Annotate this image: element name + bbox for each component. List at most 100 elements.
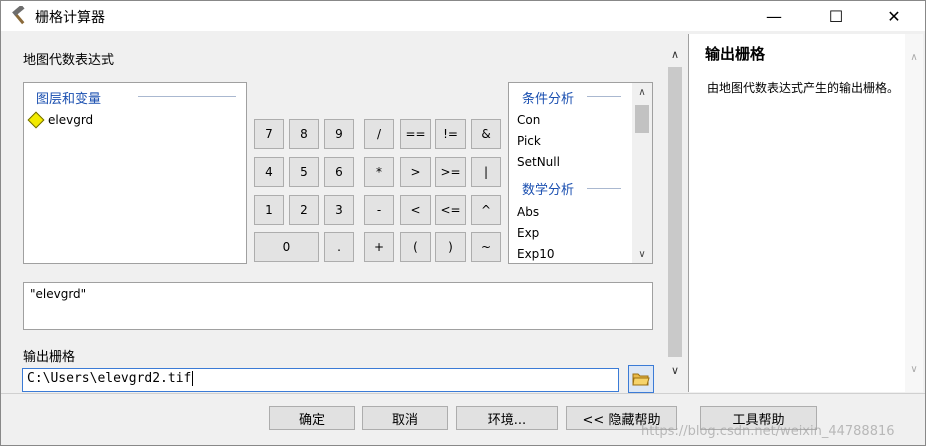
layer-item-label: elevgrd: [48, 113, 94, 127]
layers-variables-list[interactable]: 图层和变量 elevgrd: [23, 82, 247, 264]
scroll-down-icon[interactable]: ∨: [632, 245, 652, 263]
layer-item[interactable]: elevgrd: [27, 111, 94, 129]
key-less[interactable]: <: [400, 195, 431, 225]
scroll-down-icon[interactable]: ∨: [905, 360, 923, 378]
key-label: 6: [335, 165, 343, 179]
func-item-exp[interactable]: Exp: [517, 226, 539, 240]
key-label: 4: [265, 165, 273, 179]
key-3[interactable]: 3: [324, 195, 354, 225]
key-label: ==: [405, 127, 426, 141]
key-8[interactable]: 8: [289, 119, 319, 149]
key-label: .: [337, 240, 341, 254]
help-panel: 输出栅格 由地图代数表达式产生的输出栅格。 ∧ ∨: [688, 34, 923, 392]
tools-function-list[interactable]: 条件分析 Con Pick SetNull 数学分析 Abs Exp Exp10…: [508, 82, 653, 264]
key-greater[interactable]: >: [400, 157, 431, 187]
main-panel: 地图代数表达式 图层和变量 elevgrd 7 8 9 / == != & 4 …: [1, 32, 685, 393]
key-xor[interactable]: ^: [471, 195, 501, 225]
key-0[interactable]: 0: [254, 232, 319, 262]
raster-calculator-window: 栅格计算器 — ☐ ✕ 地图代数表达式 图层和变量 elevgrd 7 8 9 …: [0, 0, 926, 446]
key-label: +: [373, 240, 385, 254]
key-not[interactable]: ~: [471, 232, 501, 262]
main-scrollbar[interactable]: ∧ ∨: [665, 45, 685, 379]
key-less-equal[interactable]: <=: [435, 195, 466, 225]
key-not-equal[interactable]: !=: [435, 119, 466, 149]
key-label: 7: [265, 127, 273, 141]
key-label: ~: [480, 240, 492, 254]
environments-button[interactable]: 环境...: [456, 406, 558, 430]
scroll-thumb[interactable]: [635, 105, 649, 133]
expression-section-label: 地图代数表达式: [23, 53, 115, 68]
maximize-button[interactable]: ☐: [813, 1, 859, 31]
key-greater-equal[interactable]: >=: [435, 157, 466, 187]
expression-text: "elevgrd": [30, 287, 87, 301]
key-minus[interactable]: -: [364, 195, 394, 225]
scroll-down-icon[interactable]: ∨: [665, 361, 685, 379]
key-label: &: [481, 127, 491, 141]
hammer-icon: [12, 6, 25, 25]
cancel-button-label: 取消: [391, 412, 418, 428]
group-divider: [587, 188, 621, 189]
key-and[interactable]: &: [471, 119, 501, 149]
minimize-button[interactable]: —: [751, 1, 797, 31]
key-multiply[interactable]: *: [364, 157, 394, 187]
scroll-thumb[interactable]: [668, 67, 682, 357]
minimize-icon: —: [766, 6, 782, 26]
func-item-setnull[interactable]: SetNull: [517, 155, 560, 169]
layers-group-title: 图层和变量: [36, 92, 102, 107]
key-label: -: [376, 203, 382, 217]
func-item-abs[interactable]: Abs: [517, 205, 539, 219]
output-raster-input[interactable]: C:\Users\elevgrd2.tif: [22, 368, 619, 392]
key-6[interactable]: 6: [324, 157, 354, 187]
key-label: |: [483, 165, 489, 179]
key-label: 3: [335, 203, 343, 217]
raster-layer-diamond-icon: [27, 111, 45, 129]
ok-button[interactable]: 确定: [269, 406, 355, 430]
key-label: (: [413, 240, 418, 254]
key-9[interactable]: 9: [324, 119, 354, 149]
key-divide[interactable]: /: [364, 119, 394, 149]
scroll-up-icon[interactable]: ∧: [632, 83, 652, 101]
close-button[interactable]: ✕: [871, 1, 917, 31]
func-group-title-conditional: 条件分析: [522, 92, 575, 107]
function-list-scrollbar[interactable]: ∧ ∨: [632, 83, 652, 263]
key-label: >=: [440, 165, 461, 179]
key-label: /: [376, 127, 382, 141]
close-icon: ✕: [887, 6, 901, 26]
key-label: ): [448, 240, 453, 254]
key-label: 0: [282, 240, 291, 254]
key-1[interactable]: 1: [254, 195, 284, 225]
key-5[interactable]: 5: [289, 157, 319, 187]
key-2[interactable]: 2: [289, 195, 319, 225]
group-divider: [138, 96, 236, 97]
scroll-up-icon[interactable]: ∧: [905, 48, 923, 66]
output-raster-value: C:\Users\elevgrd2.tif: [27, 371, 192, 386]
key-label: *: [376, 165, 382, 179]
key-label: <: [410, 203, 421, 217]
func-group-title-math: 数学分析: [522, 183, 575, 198]
dialog-button-bar: 确定 取消 环境... << 隐藏帮助 工具帮助 https://blog.cs…: [1, 393, 925, 445]
cancel-button[interactable]: 取消: [362, 406, 448, 430]
key-label: 5: [300, 165, 308, 179]
browse-folder-button[interactable]: [628, 365, 654, 393]
key-plus[interactable]: +: [364, 232, 394, 262]
func-item-pick[interactable]: Pick: [517, 134, 541, 148]
help-title: 输出栅格: [705, 45, 766, 63]
key-close-paren[interactable]: ): [435, 232, 466, 262]
func-item-exp10[interactable]: Exp10: [517, 247, 555, 261]
key-4[interactable]: 4: [254, 157, 284, 187]
key-7[interactable]: 7: [254, 119, 284, 149]
group-divider: [587, 96, 621, 97]
ok-button-label: 确定: [298, 412, 325, 428]
window-title: 栅格计算器: [35, 10, 105, 26]
scroll-up-icon[interactable]: ∧: [665, 45, 685, 63]
maximize-icon: ☐: [828, 6, 844, 26]
key-label: <=: [440, 203, 461, 217]
expression-textarea[interactable]: "elevgrd": [23, 282, 653, 330]
help-scrollbar[interactable]: ∧ ∨: [905, 34, 923, 392]
key-label: !=: [443, 127, 458, 141]
key-equal[interactable]: ==: [400, 119, 431, 149]
key-decimal[interactable]: .: [324, 232, 354, 262]
key-or[interactable]: |: [471, 157, 501, 187]
func-item-con[interactable]: Con: [517, 113, 540, 127]
key-open-paren[interactable]: (: [400, 232, 431, 262]
